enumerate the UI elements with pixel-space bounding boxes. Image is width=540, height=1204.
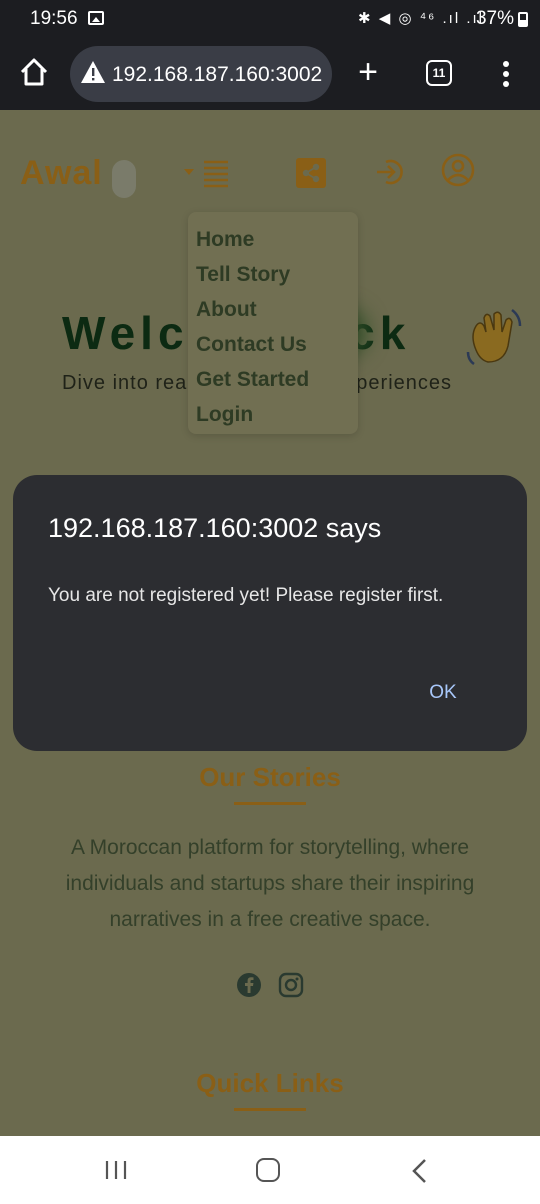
address-bar[interactable]: 192.168.187.160:3002: [70, 46, 332, 102]
welcome-subtitle-start: Dive into rea: [62, 372, 188, 394]
menu-item-contact-us[interactable]: Contact Us: [196, 333, 307, 357]
tab-switcher-button[interactable]: 11: [426, 60, 452, 86]
browser-toolbar: 192.168.187.160:3002 + 11: [0, 38, 540, 110]
alert-dialog: 192.168.187.160:3002 says You are not re…: [13, 475, 527, 751]
menu-item-home[interactable]: Home: [196, 228, 254, 252]
battery-percent: 37%: [475, 8, 514, 29]
share-icon[interactable]: [296, 158, 326, 188]
new-tab-icon[interactable]: +: [350, 55, 386, 92]
about-text: A Moroccan platform for storytelling, wh…: [65, 836, 475, 931]
stories-underline: [234, 802, 306, 805]
menu-item-login[interactable]: Login: [196, 403, 253, 427]
quick-links-title: Quick Links: [196, 1068, 344, 1098]
url-text[interactable]: 192.168.187.160:3002: [112, 63, 322, 87]
nav-home-icon[interactable]: [256, 1158, 280, 1182]
site-logo[interactable]: Awal: [20, 154, 103, 193]
facebook-icon[interactable]: [236, 972, 262, 998]
logo-badge: [112, 160, 136, 198]
welcome-title-start: Welc: [62, 307, 189, 359]
system-nav-bar: [0, 1136, 540, 1204]
dialog-message: You are not registered yet! Please regis…: [48, 585, 444, 606]
dialog-ok-button[interactable]: OK: [413, 671, 473, 715]
home-icon[interactable]: [16, 54, 52, 90]
profile-icon[interactable]: [440, 152, 476, 188]
back-icon[interactable]: [410, 1158, 430, 1184]
dialog-title: 192.168.187.160:3002 says: [48, 513, 382, 543]
quick-links-underline: [234, 1108, 306, 1111]
recent-apps-icon[interactable]: [104, 1160, 128, 1180]
status-bar: 19:56 ✱ ◀ ◎ ⁴⁶ .ıl .ıl 37%: [0, 0, 540, 38]
status-time: 19:56: [30, 8, 78, 29]
more-menu-icon[interactable]: [494, 58, 518, 90]
status-icons: ✱ ◀ ◎ ⁴⁶ .ıl .ıl: [358, 10, 484, 27]
gallery-icon: [88, 11, 104, 25]
menu-item-get-started[interactable]: Get Started: [196, 368, 309, 392]
stories-title: Our Stories: [199, 762, 341, 792]
menu-item-tell-story[interactable]: Tell Story: [196, 263, 290, 287]
nav-dropdown: Home Tell Story About Contact Us Get Sta…: [188, 212, 358, 434]
waving-hand-icon: [462, 306, 524, 368]
hamburger-menu-icon[interactable]: [182, 160, 232, 190]
welcome-subtitle-end: xperiences: [345, 372, 452, 394]
warning-icon[interactable]: [80, 59, 106, 85]
logout-icon[interactable]: [374, 156, 406, 188]
battery-icon: [518, 12, 528, 27]
instagram-icon[interactable]: [278, 972, 304, 998]
menu-item-about[interactable]: About: [196, 298, 257, 322]
